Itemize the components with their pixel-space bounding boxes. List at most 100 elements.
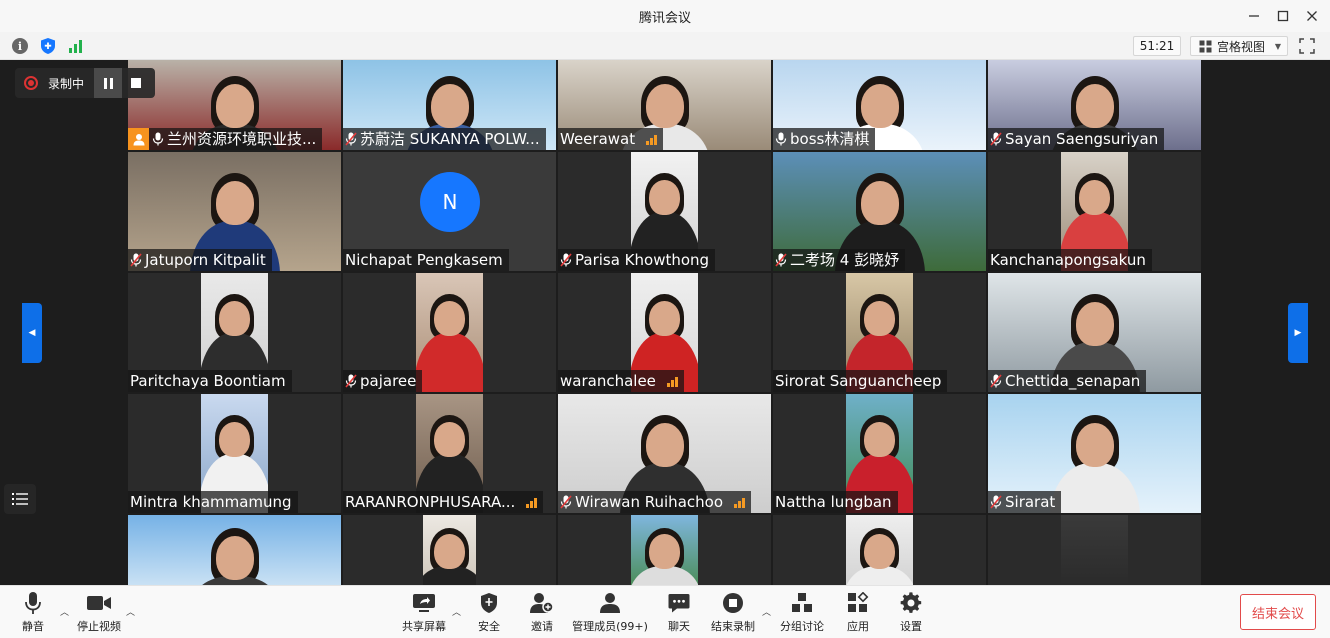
participant-tile[interactable] — [558, 515, 771, 585]
stop-recording-button[interactable] — [122, 68, 150, 98]
video-options-caret[interactable]: ︿ — [126, 605, 135, 618]
close-button[interactable] — [1297, 4, 1327, 28]
chat-button[interactable]: 聊天 — [662, 590, 696, 636]
participant-name-bar: waranchalee — [558, 370, 684, 392]
video-feed — [846, 515, 913, 585]
video-feed — [128, 515, 341, 585]
participant-tile[interactable]: Mintra khammamung — [128, 394, 341, 513]
participant-tile[interactable]: 苏蔚洁 SUKANYA POLW... — [343, 60, 556, 150]
muted-mic-icon — [990, 374, 1002, 388]
participant-list-toggle[interactable] — [4, 484, 36, 514]
participant-name-bar: Mintra khammamung — [128, 491, 298, 513]
participant-name: Wirawan Ruihachoo — [575, 493, 723, 511]
maximize-button[interactable] — [1268, 4, 1298, 28]
info-icon: i — [12, 38, 28, 54]
participant-tile[interactable]: N Nichapat Pengkasem — [343, 152, 556, 271]
participant-tile[interactable]: Parisa Khowthong — [558, 152, 771, 271]
recording-label: 录制中 — [48, 76, 85, 91]
participant-tile[interactable]: Wirawan Ruihachoo — [558, 394, 771, 513]
participant-name-bar: Sirorat Sanguancheep — [773, 370, 948, 392]
video-feed — [1061, 515, 1128, 585]
security-status-button[interactable] — [39, 37, 57, 55]
apps-label: 应用 — [847, 620, 869, 633]
participant-name: boss林清棋 — [790, 130, 870, 148]
meeting-info-bar: i 51:21 宫格视图 ▼ — [0, 32, 1330, 60]
participant-tile[interactable]: 二考场 4 彭晓妤 — [773, 152, 986, 271]
share-options-caret[interactable]: ︿ — [452, 605, 461, 618]
participant-tile[interactable]: Paritchaya Boontiam — [128, 273, 341, 392]
participant-name: 二考场 4 彭晓妤 — [790, 251, 900, 269]
participant-name: Paritchaya Boontiam — [130, 372, 286, 390]
mute-button[interactable]: 静音 — [16, 590, 50, 636]
muted-mic-icon — [990, 132, 1002, 146]
invite-user-icon — [530, 593, 554, 613]
shield-icon — [41, 38, 55, 54]
meeting-info-button[interactable]: i — [11, 37, 29, 55]
participant-tile[interactable] — [343, 515, 556, 585]
end-meeting-button[interactable]: 结束会议 — [1240, 594, 1316, 630]
participant-name-bar: RARANRONPHUSARA... — [343, 491, 544, 513]
participant-tile[interactable]: Sayan Saengsuriyan — [988, 60, 1201, 150]
participant-tile[interactable]: boss林清棋 — [773, 60, 986, 150]
participant-tile[interactable]: 兰州资源环境职业技... — [128, 60, 341, 150]
breakout-rooms-button[interactable]: 分组讨论 — [778, 590, 826, 636]
participant-tile[interactable]: waranchalee — [558, 273, 771, 392]
end-recording-button[interactable]: 结束录制 — [708, 590, 758, 636]
audio-options-caret[interactable]: ︿ — [60, 605, 69, 618]
security-label: 安全 — [478, 620, 500, 633]
participant-tile[interactable]: Jatuporn Kitpalit — [128, 152, 341, 271]
settings-button[interactable]: 设置 — [894, 590, 928, 636]
settings-label: 设置 — [900, 620, 922, 633]
participant-tile[interactable]: Chettida_senapan — [988, 273, 1201, 392]
fullscreen-icon — [1299, 38, 1315, 54]
weak-signal-icon — [666, 376, 678, 387]
apps-button[interactable]: 应用 — [842, 590, 874, 636]
manage-members-button[interactable]: 管理成员(99+) — [570, 590, 650, 636]
participant-tile[interactable]: pajaree — [343, 273, 556, 392]
microphone-icon — [25, 592, 41, 614]
participant-name-bar: Jatuporn Kitpalit — [128, 249, 272, 271]
participant-name-bar: Parisa Khowthong — [558, 249, 716, 271]
participant-name-bar: Kanchanapongsakun — [988, 249, 1152, 271]
participant-tile[interactable] — [988, 515, 1201, 585]
meeting-timer: 51:21 — [1133, 36, 1181, 56]
security-button[interactable]: 安全 — [472, 590, 506, 636]
previous-page-button[interactable]: ◀ — [22, 303, 42, 363]
participant-name-bar: Sirarat — [988, 491, 1062, 513]
chat-label: 聊天 — [668, 620, 690, 633]
view-layout-dropdown[interactable]: 宫格视图 ▼ — [1190, 36, 1288, 56]
participant-name: Nichapat Pengkasem — [345, 251, 503, 269]
fullscreen-button[interactable] — [1298, 37, 1316, 55]
participant-tile[interactable] — [773, 515, 986, 585]
participant-tile[interactable]: Kanchanapongsakun — [988, 152, 1201, 271]
participant-tile[interactable] — [128, 515, 341, 585]
participant-name: Weerawat — [560, 130, 636, 148]
participant-tile[interactable]: Nattha lungban — [773, 394, 986, 513]
next-page-button[interactable]: ▶ — [1288, 303, 1308, 363]
network-status-button[interactable] — [67, 37, 85, 55]
minimize-button[interactable] — [1239, 4, 1269, 28]
participant-name-bar: Nattha lungban — [773, 491, 898, 513]
chevron-right-icon: ▶ — [1294, 328, 1302, 338]
window-title: 腾讯会议 — [638, 11, 691, 26]
signal-icon — [69, 40, 82, 53]
weak-signal-icon — [734, 497, 745, 508]
participant-name-bar: 二考场 4 彭晓妤 — [773, 249, 906, 271]
stop-video-button[interactable]: 停止视频 — [74, 590, 124, 636]
maximize-icon — [1277, 10, 1289, 22]
invite-button[interactable]: 邀请 — [525, 590, 559, 636]
participant-tile[interactable]: Weerawat — [558, 60, 771, 150]
pause-recording-button[interactable] — [94, 68, 123, 98]
manage-members-label: 管理成员(99+) — [572, 620, 648, 633]
participant-tile[interactable]: RARANRONPHUSARA... — [343, 394, 556, 513]
participant-tile[interactable]: Sirorat Sanguancheep — [773, 273, 986, 392]
participant-tile[interactable]: Sirarat — [988, 394, 1201, 513]
breakout-rooms-label: 分组讨论 — [780, 620, 824, 633]
minimize-icon — [1249, 15, 1259, 17]
recording-options-caret[interactable]: ︿ — [762, 605, 771, 618]
participant-name-bar: 苏蔚洁 SUKANYA POLW... — [343, 128, 546, 150]
muted-mic-icon — [990, 495, 1002, 509]
invite-label: 邀请 — [531, 620, 553, 633]
recording-indicator: 录制中 — [15, 68, 155, 98]
share-screen-button[interactable]: 共享屏幕 — [400, 590, 448, 636]
